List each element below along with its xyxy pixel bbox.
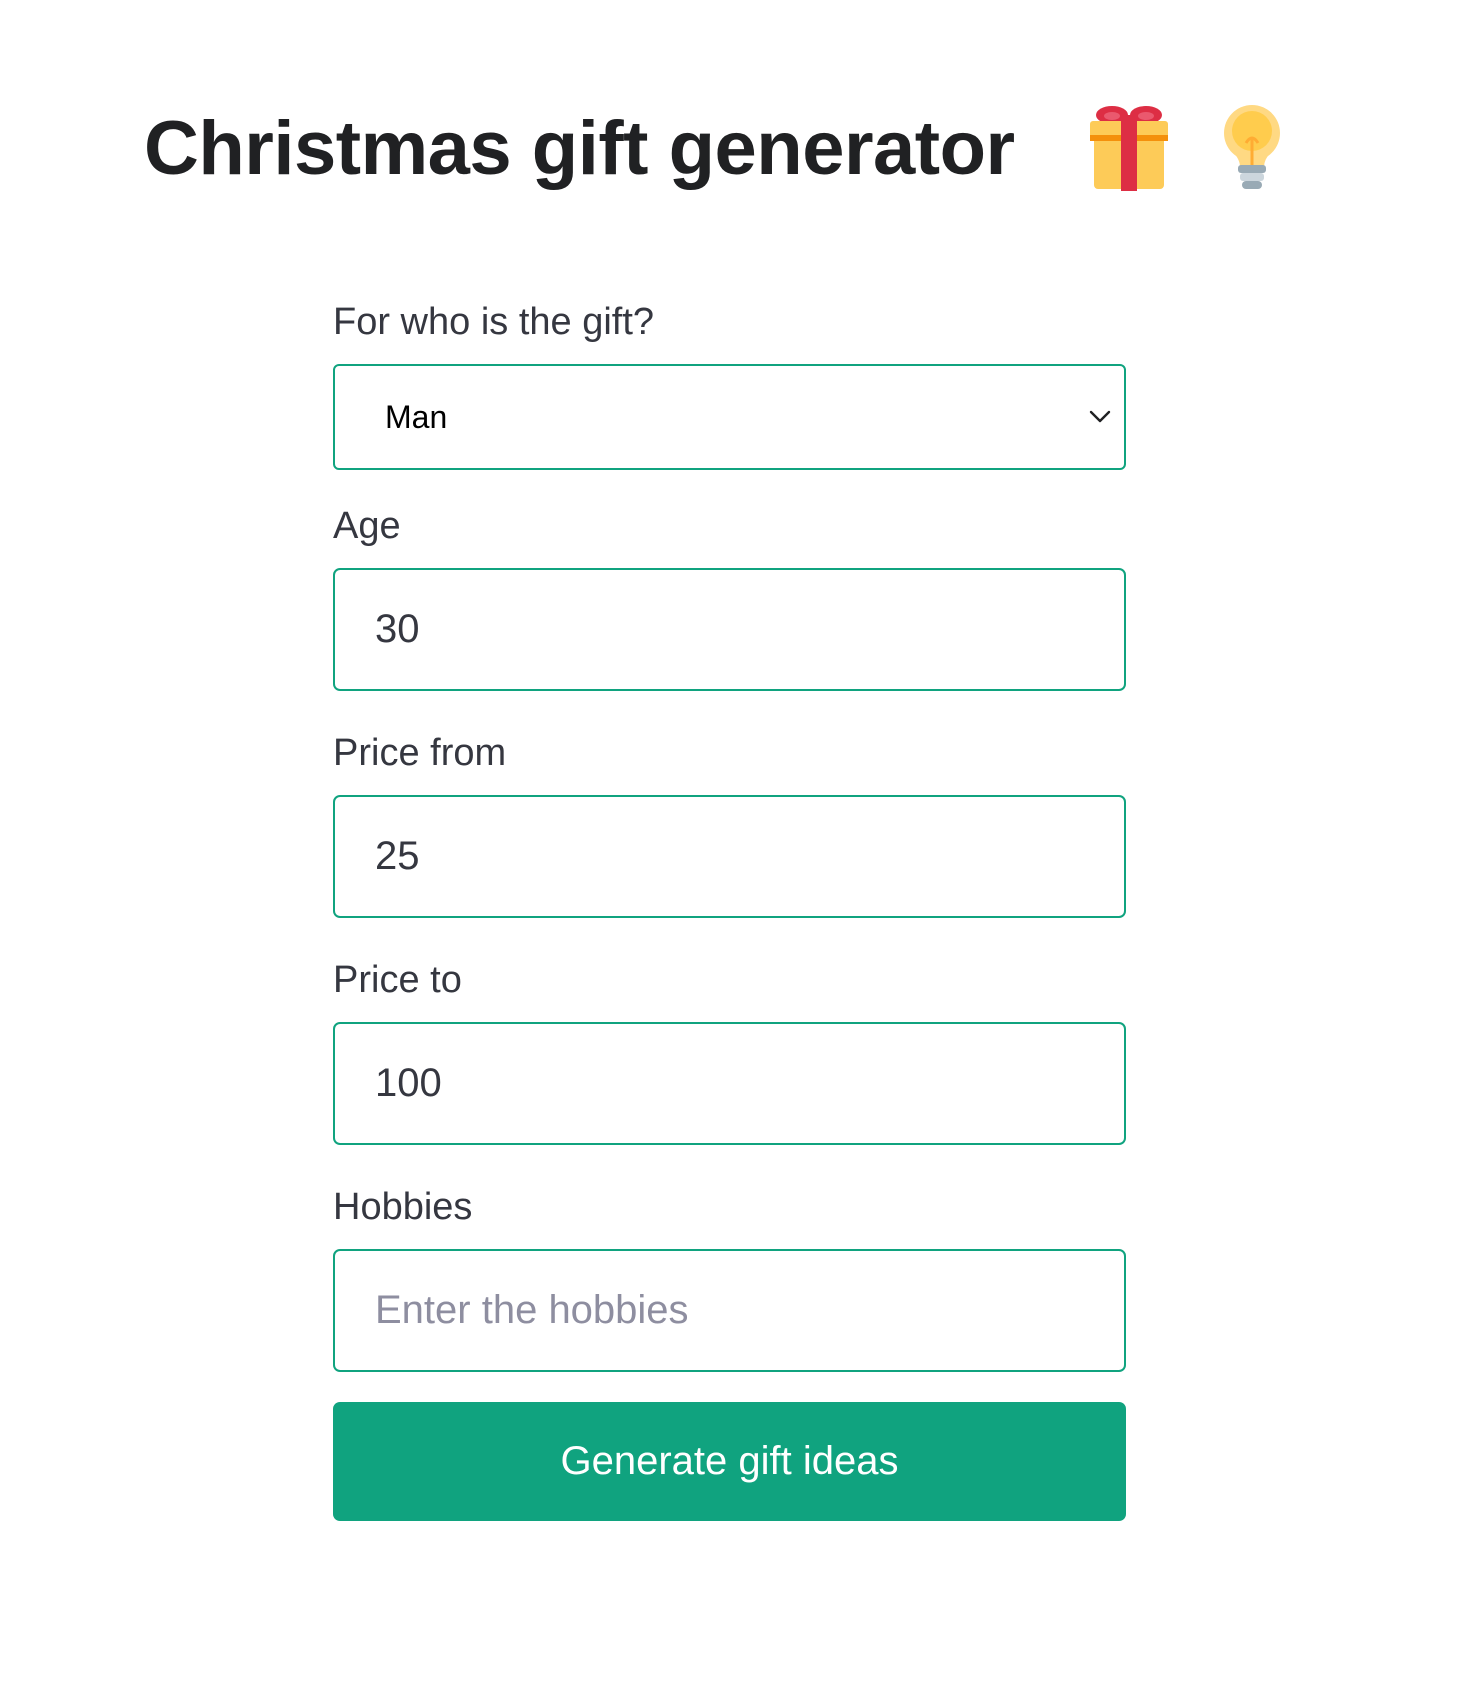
gift-form: For who is the gift? Man Age Price from …	[333, 300, 1126, 1521]
price-from-label: Price from	[333, 732, 507, 774]
price-to-input[interactable]	[333, 1022, 1126, 1145]
recipient-label: For who is the gift?	[333, 301, 655, 343]
recipient-selected-value: Man	[385, 399, 448, 435]
generate-gift-ideas-button[interactable]: Generate gift ideas	[333, 1402, 1126, 1521]
gift-icon	[1090, 106, 1168, 191]
hobbies-label: Hobbies	[333, 1186, 473, 1228]
page-title: Christmas gift generator	[144, 105, 1015, 191]
title-icons	[1090, 100, 1284, 196]
recipient-select[interactable]: Man	[333, 364, 1126, 470]
age-label: Age	[333, 505, 401, 547]
price-from-input[interactable]	[333, 795, 1126, 918]
price-to-label: Price to	[333, 959, 462, 1001]
age-input[interactable]	[333, 568, 1126, 691]
hobbies-input[interactable]	[333, 1249, 1126, 1372]
chevron-down-icon	[1089, 410, 1111, 423]
light-bulb-icon	[1224, 105, 1280, 189]
